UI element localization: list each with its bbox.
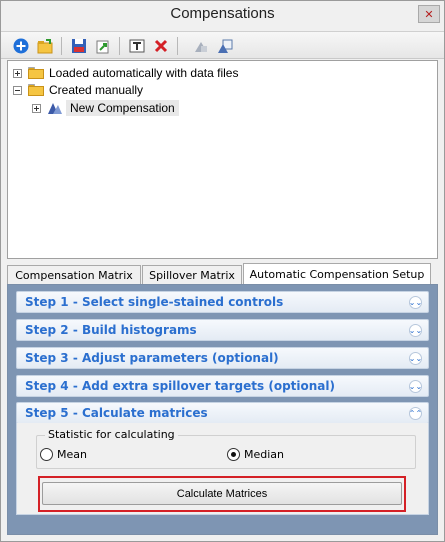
- radio-label: Median: [244, 448, 285, 461]
- collapse-icon[interactable]: [13, 85, 22, 95]
- radio-mean[interactable]: Mean: [40, 448, 87, 461]
- tab-strip: Compensation Matrix Spillover Matrix Aut…: [7, 263, 438, 285]
- title-bar: Compensations ✕: [1, 1, 444, 31]
- step-4-header[interactable]: Step 4 - Add extra spillover targets (op…: [16, 375, 429, 397]
- expand-chevron-icon[interactable]: ⌄⌄: [409, 324, 422, 337]
- close-icon: ✕: [424, 7, 434, 21]
- duplicate-icon: [218, 39, 233, 53]
- tree-item-label: New Compensation: [66, 100, 179, 116]
- radio-label: Mean: [57, 448, 87, 461]
- tab-label: Compensation Matrix: [15, 269, 133, 282]
- step-1-header[interactable]: Step 1 - Select single-stained controls …: [16, 291, 429, 313]
- step-3-header[interactable]: Step 3 - Adjust parameters (optional) ⌄⌄: [16, 347, 429, 369]
- step-label: Step 1 - Select single-stained controls: [25, 295, 284, 309]
- calculate-matrices-button[interactable]: Calculate Matrices: [42, 482, 402, 505]
- step-label: Step 5 - Calculate matrices: [25, 406, 208, 420]
- toolbar-separator: [61, 37, 62, 55]
- collapse-chevron-icon[interactable]: ⌃⌃: [409, 407, 422, 420]
- step-label: Step 3 - Adjust parameters (optional): [25, 351, 279, 365]
- delete-button[interactable]: [151, 36, 171, 56]
- add-button[interactable]: [11, 36, 31, 56]
- tree-item-label: Loaded automatically with data files: [49, 66, 239, 80]
- tree-item-created-manually[interactable]: Created manually: [13, 81, 143, 99]
- statistic-legend: Statistic for calculating: [45, 428, 178, 441]
- tab-spillover-matrix[interactable]: Spillover Matrix: [142, 265, 242, 285]
- automatic-setup-panel: Step 1 - Select single-stained controls …: [7, 284, 438, 535]
- add-icon: [13, 38, 29, 54]
- close-button[interactable]: ✕: [418, 5, 440, 23]
- expand-icon[interactable]: [32, 103, 41, 113]
- folder-icon: [28, 84, 44, 96]
- export-button[interactable]: [93, 36, 113, 56]
- export-icon: [96, 40, 109, 54]
- compensation-icon: [48, 103, 62, 114]
- step-5-header[interactable]: Step 5 - Calculate matrices ⌃⌃: [16, 402, 429, 424]
- copy-icon: [195, 42, 207, 52]
- expand-chevron-icon[interactable]: ⌄⌄: [409, 352, 422, 365]
- toolbar-separator: [177, 37, 178, 55]
- toolbar: [1, 31, 444, 59]
- radio-median[interactable]: Median: [227, 448, 284, 461]
- tab-compensation-matrix[interactable]: Compensation Matrix: [7, 265, 141, 285]
- radio-circle-icon[interactable]: [40, 448, 53, 461]
- duplicate-button[interactable]: [215, 36, 235, 56]
- compensation-tree[interactable]: Loaded automatically with data files Cre…: [7, 60, 438, 259]
- expand-chevron-icon[interactable]: ⌄⌄: [409, 296, 422, 309]
- folder-icon: [28, 67, 44, 79]
- compensations-window: Compensations ✕ Loaded automatically wit…: [0, 0, 445, 542]
- expand-icon[interactable]: [13, 68, 22, 78]
- copy-button[interactable]: [191, 36, 211, 56]
- statistic-groupbox: Statistic for calculating Mean Median: [36, 428, 416, 469]
- save-button[interactable]: [69, 36, 89, 56]
- tree-item-new-compensation[interactable]: New Compensation: [32, 99, 179, 117]
- tab-automatic-compensation-setup[interactable]: Automatic Compensation Setup: [243, 263, 431, 285]
- toolbar-separator: [119, 37, 120, 55]
- open-button[interactable]: [35, 36, 55, 56]
- tab-label: Automatic Compensation Setup: [249, 268, 425, 281]
- rename-button[interactable]: [127, 36, 147, 56]
- step-label: Step 2 - Build histograms: [25, 323, 197, 337]
- tree-item-label: Created manually: [49, 83, 144, 97]
- delete-icon: [154, 39, 168, 53]
- radio-circle-selected-icon[interactable]: [227, 448, 240, 461]
- open-folder-icon: [37, 39, 53, 54]
- tree-item-loaded-automatically[interactable]: Loaded automatically with data files: [13, 64, 238, 82]
- rename-icon: [129, 39, 145, 53]
- expand-chevron-icon[interactable]: ⌄⌄: [409, 380, 422, 393]
- step-label: Step 4 - Add extra spillover targets (op…: [25, 379, 335, 393]
- window-title: Compensations: [170, 5, 275, 22]
- save-icon: [72, 39, 86, 53]
- step-2-header[interactable]: Step 2 - Build histograms ⌄⌄: [16, 319, 429, 341]
- tab-label: Spillover Matrix: [149, 269, 235, 282]
